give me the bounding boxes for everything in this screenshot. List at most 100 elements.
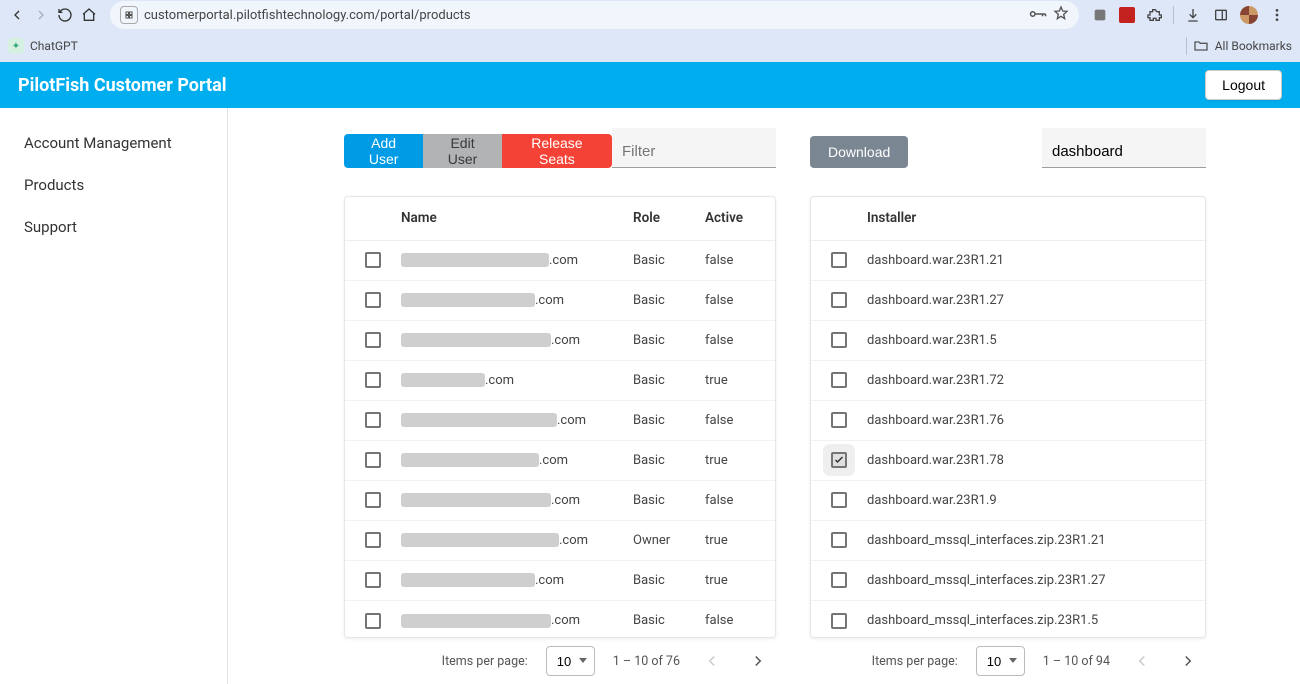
installers-filter-input[interactable]: [1042, 128, 1206, 168]
user-name-cell: .com: [401, 293, 633, 308]
installer-name-cell: dashboard_mssql_interfaces.zip.23R1.5: [867, 613, 1205, 628]
address-bar[interactable]: customerportal.pilotfishtechnology.com/p…: [110, 1, 1079, 29]
user-name-cell: .com: [401, 333, 633, 348]
users-panel: Add User Edit User Release Seats Name Ro…: [344, 126, 776, 684]
edit-user-button[interactable]: Edit User: [423, 134, 502, 168]
browser-chrome: customerportal.pilotfishtechnology.com/p…: [0, 0, 1300, 62]
download-button[interactable]: Download: [810, 136, 908, 168]
table-row: dashboard_mssql_interfaces.zip.23R1.27: [811, 561, 1205, 601]
installer-name-cell: dashboard.war.23R1.21: [867, 253, 1205, 268]
user-name-cell: .com: [401, 373, 633, 388]
col-header-role[interactable]: Role: [633, 210, 705, 226]
row-checkbox[interactable]: [831, 532, 847, 548]
sidebar-item-products[interactable]: Products: [0, 164, 227, 206]
users-pg-range: 1 – 10 of 76: [613, 654, 680, 669]
user-role-cell: Basic: [633, 293, 705, 308]
table-row: dashboard.war.23R1.72: [811, 361, 1205, 401]
table-row: .comBasicfalse: [345, 601, 775, 639]
user-role-cell: Basic: [633, 253, 705, 268]
row-checkbox[interactable]: [831, 252, 847, 268]
nav-back-button[interactable]: [8, 6, 26, 24]
user-active-cell: false: [705, 613, 775, 628]
user-active-cell: true: [705, 373, 775, 388]
table-row: .comBasicfalse: [345, 241, 775, 281]
users-page-size-select[interactable]: 10: [546, 646, 595, 676]
table-row: dashboard.war.23R1.21: [811, 241, 1205, 281]
user-active-cell: true: [705, 573, 775, 588]
table-row: .comBasicfalse: [345, 401, 775, 441]
sidebar-item-account[interactable]: Account Management: [0, 122, 227, 164]
row-checkbox[interactable]: [831, 412, 847, 428]
users-filter-input[interactable]: [612, 128, 776, 168]
site-info-icon[interactable]: [120, 6, 138, 24]
extension-generic-icon[interactable]: [1091, 6, 1109, 24]
user-name-cell: .com: [401, 573, 633, 588]
all-bookmarks-button[interactable]: All Bookmarks: [1186, 37, 1292, 55]
row-checkbox[interactable]: [365, 572, 381, 588]
user-active-cell: false: [705, 293, 775, 308]
table-row: .comBasicfalse: [345, 321, 775, 361]
installer-name-cell: dashboard.war.23R1.78: [867, 453, 1205, 468]
row-checkbox[interactable]: [831, 372, 847, 388]
table-row: dashboard.war.23R1.5: [811, 321, 1205, 361]
installers-table: Installer dashboard.war.23R1.21 dashboard…: [810, 196, 1206, 639]
row-checkbox[interactable]: [831, 572, 847, 588]
bookmark-star-icon[interactable]: [1053, 5, 1069, 25]
profile-avatar-icon[interactable]: [1240, 6, 1258, 24]
reload-button[interactable]: [56, 6, 74, 24]
chrome-menu-icon[interactable]: [1268, 6, 1286, 24]
user-name-cell: .com: [401, 533, 633, 548]
sidebar-item-support[interactable]: Support: [0, 206, 227, 248]
row-checkbox[interactable]: [365, 412, 381, 428]
col-header-active[interactable]: Active: [705, 210, 775, 226]
row-checkbox[interactable]: [365, 332, 381, 348]
row-checkbox[interactable]: [365, 452, 381, 468]
col-header-name[interactable]: Name: [401, 210, 633, 226]
user-name-cell: .com: [401, 613, 633, 628]
users-paginator: Items per page: 10 1 – 10 of 76: [344, 638, 776, 684]
row-checkbox[interactable]: [365, 372, 381, 388]
table-row: .comBasictrue: [345, 361, 775, 401]
row-checkbox[interactable]: [831, 452, 847, 468]
side-panel-icon[interactable]: [1212, 6, 1230, 24]
bookmark-chatgpt[interactable]: ✦ ChatGPT: [8, 38, 78, 54]
table-row: dashboard.war.23R1.78: [811, 441, 1205, 481]
home-button[interactable]: [80, 6, 98, 24]
app-title: PilotFish Customer Portal: [18, 75, 227, 96]
table-row: .comBasicfalse: [345, 481, 775, 521]
installer-name-cell: dashboard.war.23R1.72: [867, 373, 1205, 388]
row-checkbox[interactable]: [365, 532, 381, 548]
folder-icon: [1193, 38, 1209, 54]
installers-prev-page-button: [1128, 647, 1156, 675]
row-checkbox[interactable]: [831, 332, 847, 348]
pdf-extension-icon[interactable]: [1119, 7, 1135, 23]
user-role-cell: Basic: [633, 373, 705, 388]
row-checkbox[interactable]: [365, 492, 381, 508]
extensions-puzzle-icon[interactable]: [1145, 6, 1163, 24]
installer-name-cell: dashboard.war.23R1.5: [867, 333, 1205, 348]
user-name-cell: .com: [401, 453, 633, 468]
users-next-page-button[interactable]: [744, 647, 772, 675]
row-checkbox[interactable]: [365, 292, 381, 308]
installer-name-cell: dashboard.war.23R1.76: [867, 413, 1205, 428]
row-checkbox[interactable]: [365, 613, 381, 629]
logout-button[interactable]: Logout: [1205, 70, 1282, 100]
row-checkbox[interactable]: [365, 252, 381, 268]
release-seats-button[interactable]: Release Seats: [502, 134, 612, 168]
downloads-icon[interactable]: [1184, 6, 1202, 24]
row-checkbox[interactable]: [831, 292, 847, 308]
bm-divider: [1186, 37, 1187, 55]
add-user-button[interactable]: Add User: [344, 134, 423, 168]
row-checkbox[interactable]: [831, 492, 847, 508]
users-table: Name Role Active .comBasicfalse.comBasic…: [344, 196, 776, 639]
password-key-icon[interactable]: [1029, 8, 1047, 23]
table-row: dashboard_mssql_interfaces.zip.23R1.5: [811, 601, 1205, 639]
table-row: .comOwnertrue: [345, 521, 775, 561]
nav-forward-button: [32, 6, 50, 24]
col-header-installer[interactable]: Installer: [867, 210, 1205, 226]
row-checkbox[interactable]: [831, 613, 847, 629]
installers-page-size-select[interactable]: 10: [976, 646, 1025, 676]
inst-pg-label: Items per page:: [872, 654, 958, 669]
users-pg-label: Items per page:: [442, 654, 528, 669]
installers-next-page-button[interactable]: [1174, 647, 1202, 675]
